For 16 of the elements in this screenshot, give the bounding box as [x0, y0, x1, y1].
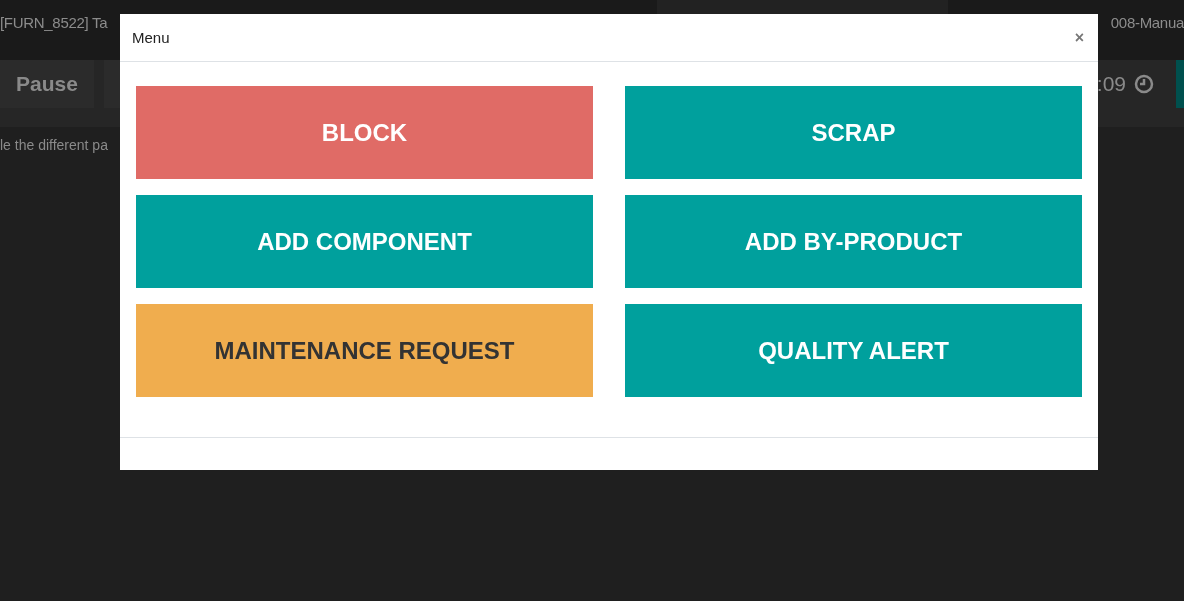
action-button[interactable]: BLOCK: [136, 86, 593, 179]
action-button[interactable]: ADD BY-PRODUCT: [625, 195, 1082, 288]
dialog-title: Menu: [132, 29, 170, 46]
pause-button[interactable]: Pause: [0, 60, 94, 108]
work-order-title: [FURN_8522] Ta: [0, 14, 108, 31]
action-button[interactable]: QUALITY ALERT: [625, 304, 1082, 397]
action-button[interactable]: ADD COMPONENT: [136, 195, 593, 288]
timer-text: :09: [1096, 72, 1126, 96]
action-button-edge[interactable]: [1176, 60, 1184, 108]
clock-icon: [1134, 74, 1154, 94]
close-button[interactable]: ×: [1072, 28, 1086, 47]
action-button[interactable]: MAINTENANCE REQUEST: [136, 304, 593, 397]
toolbar-button[interactable]: [104, 60, 120, 108]
instruction-text: le the different pa: [0, 137, 108, 153]
reference-text: 008-Manua: [1110, 14, 1184, 31]
action-button[interactable]: SCRAP: [625, 86, 1082, 179]
